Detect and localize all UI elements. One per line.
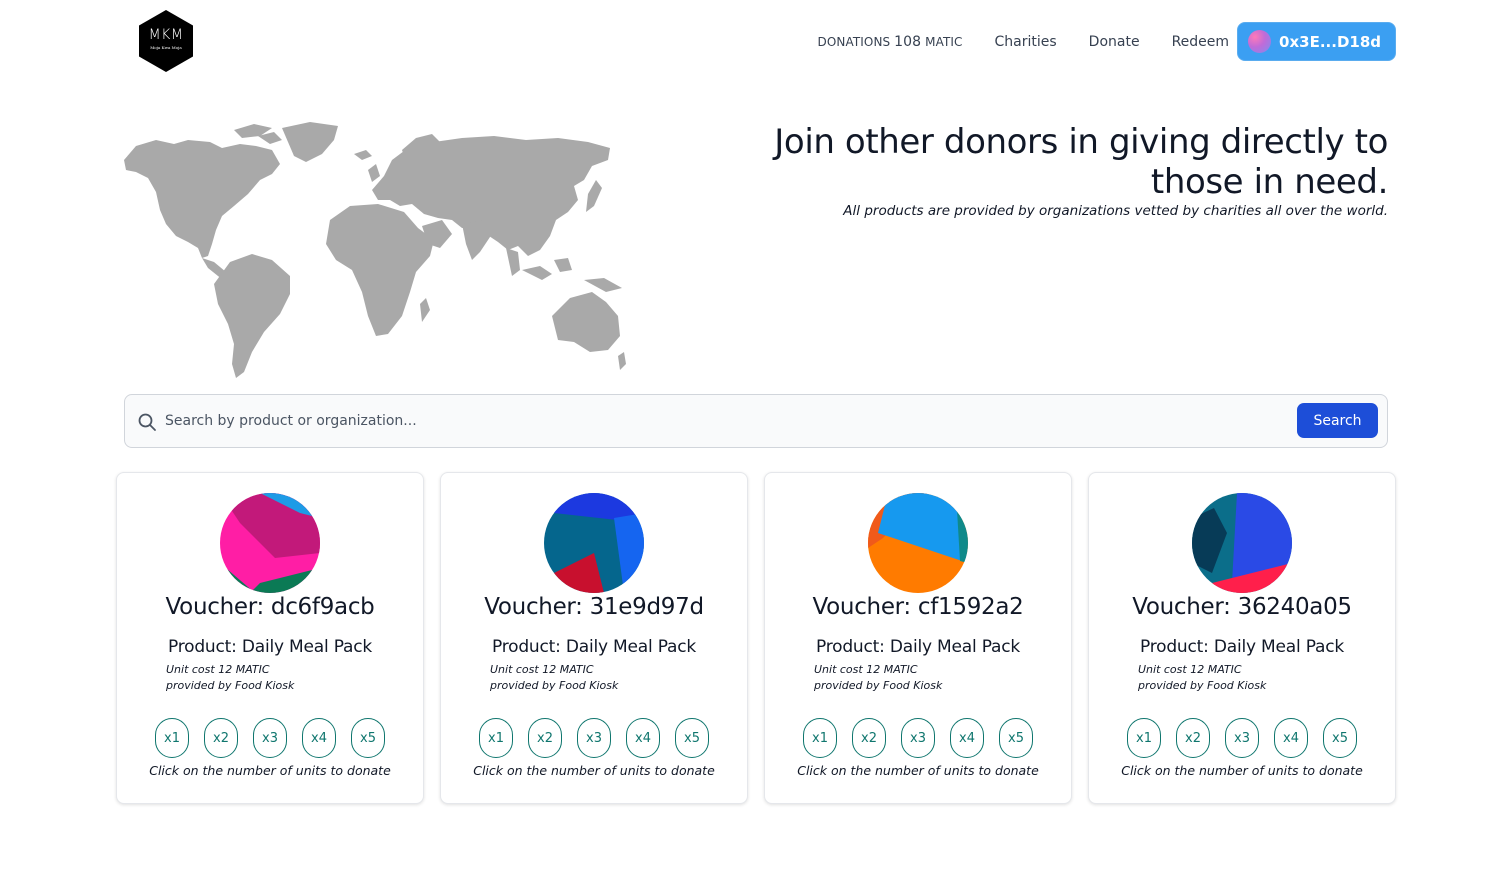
unit-button-x5[interactable]: x5 — [675, 718, 709, 758]
product-meta: Unit cost 12 MATIC provided by Food Kios… — [1138, 662, 1266, 694]
donations-value: 108 — [894, 33, 922, 50]
unit-button-x5[interactable]: x5 — [1323, 718, 1357, 758]
unit-button-x2[interactable]: x2 — [528, 718, 562, 758]
donate-hint: Click on the number of units to donate — [149, 763, 391, 778]
unit-cost: Unit cost 12 MATIC — [814, 663, 918, 676]
search-bar: Search — [124, 394, 1388, 448]
product-name: Product: Daily Meal Pack — [491, 637, 697, 657]
search-input[interactable] — [165, 405, 1285, 437]
unit-selector: x1 x2 x3 x4 x5 — [479, 718, 724, 758]
hero-title-line-2: those in need. — [1150, 162, 1389, 202]
wallet-avatar — [1248, 30, 1272, 53]
donate-hint: Click on the number of units to donate — [797, 763, 1039, 778]
voucher-identicon — [220, 493, 320, 593]
logo-subtitle: Moja Kwa Moja — [150, 45, 182, 50]
unit-button-x2[interactable]: x2 — [204, 718, 238, 758]
hero-title: Join other donors in giving directly to … — [688, 122, 1388, 202]
nav-link-redeem[interactable]: Redeem — [1172, 34, 1229, 50]
wallet-address: 0x3E...D18d — [1279, 32, 1381, 51]
hero-subtitle: All products are provided by organizatio… — [843, 203, 1388, 219]
logo-letters: MKM — [148, 27, 184, 43]
product-name: Product: Daily Meal Pack — [1139, 637, 1345, 657]
unit-cost: Unit cost 12 MATIC — [166, 663, 270, 676]
unit-button-x1[interactable]: x1 — [479, 718, 513, 758]
unit-selector: x1 x2 x3 x4 x5 — [155, 718, 400, 758]
search-button[interactable]: Search — [1297, 403, 1378, 438]
voucher-identicon — [868, 493, 968, 593]
unit-button-x2[interactable]: x2 — [852, 718, 886, 758]
donate-hint: Click on the number of units to donate — [1121, 763, 1363, 778]
voucher-identicon — [544, 493, 644, 593]
voucher-card: Voucher: dc6f9acb Product: Daily Meal Pa… — [116, 472, 424, 804]
unit-button-x1[interactable]: x1 — [1127, 718, 1161, 758]
unit-button-x1[interactable]: x1 — [803, 718, 837, 758]
donations-label: DONATIONS — [817, 34, 891, 49]
unit-cost: Unit cost 12 MATIC — [1138, 663, 1242, 676]
voucher-card: Voucher: cf1592a2 Product: Daily Meal Pa… — [764, 472, 1072, 804]
unit-button-x2[interactable]: x2 — [1176, 718, 1210, 758]
product-meta: Unit cost 12 MATIC provided by Food Kios… — [490, 662, 618, 694]
provider: provided by Food Kiosk — [490, 679, 619, 692]
unit-button-x4[interactable]: x4 — [302, 718, 336, 758]
voucher-id: Voucher: dc6f9acb — [165, 594, 375, 620]
voucher-id: Voucher: cf1592a2 — [812, 594, 1024, 620]
unit-selector: x1 x2 x3 x4 x5 — [803, 718, 1048, 758]
donate-hint: Click on the number of units to donate — [473, 763, 715, 778]
unit-button-x3[interactable]: x3 — [1225, 718, 1259, 758]
unit-button-x4[interactable]: x4 — [626, 718, 660, 758]
voucher-card-list: Voucher: dc6f9acb Product: Daily Meal Pa… — [116, 472, 1396, 804]
product-name: Product: Daily Meal Pack — [167, 637, 373, 657]
nav-link-charities[interactable]: Charities — [995, 34, 1057, 50]
unit-button-x3[interactable]: x3 — [577, 718, 611, 758]
unit-button-x4[interactable]: x4 — [1274, 718, 1308, 758]
unit-button-x3[interactable]: x3 — [253, 718, 287, 758]
voucher-card: Voucher: 31e9d97d Product: Daily Meal Pa… — [440, 472, 748, 804]
unit-button-x1[interactable]: x1 — [155, 718, 189, 758]
provider: provided by Food Kiosk — [166, 679, 295, 692]
hero-title-line-1: Join other donors in giving directly to — [774, 122, 1388, 162]
search-icon — [138, 413, 156, 431]
unit-button-x5[interactable]: x5 — [999, 718, 1033, 758]
brand-logo[interactable]: MKM Moja Kwa Moja — [138, 9, 194, 73]
product-name: Product: Daily Meal Pack — [815, 637, 1021, 657]
unit-button-x4[interactable]: x4 — [950, 718, 984, 758]
product-meta: Unit cost 12 MATIC provided by Food Kios… — [814, 662, 942, 694]
donations-unit: MATIC — [925, 34, 963, 49]
donations-total: DONATIONS 108 MATIC — [817, 34, 962, 50]
nav-link-donate[interactable]: Donate — [1089, 34, 1140, 50]
unit-button-x5[interactable]: x5 — [351, 718, 385, 758]
provider: provided by Food Kiosk — [1138, 679, 1267, 692]
unit-cost: Unit cost 12 MATIC — [490, 663, 594, 676]
wallet-button[interactable]: 0x3E...D18d — [1237, 22, 1396, 61]
voucher-identicon — [1192, 493, 1292, 593]
provider: provided by Food Kiosk — [814, 679, 943, 692]
world-map-image — [124, 122, 626, 378]
unit-selector: x1 x2 x3 x4 x5 — [1127, 718, 1372, 758]
voucher-card: Voucher: 36240a05 Product: Daily Meal Pa… — [1088, 472, 1396, 804]
voucher-id: Voucher: 36240a05 — [1132, 594, 1352, 620]
top-navigation: DONATIONS 108 MATIC Charities Donate Red… — [817, 22, 1396, 61]
unit-button-x3[interactable]: x3 — [901, 718, 935, 758]
product-meta: Unit cost 12 MATIC provided by Food Kios… — [166, 662, 294, 694]
voucher-id: Voucher: 31e9d97d — [484, 594, 704, 620]
